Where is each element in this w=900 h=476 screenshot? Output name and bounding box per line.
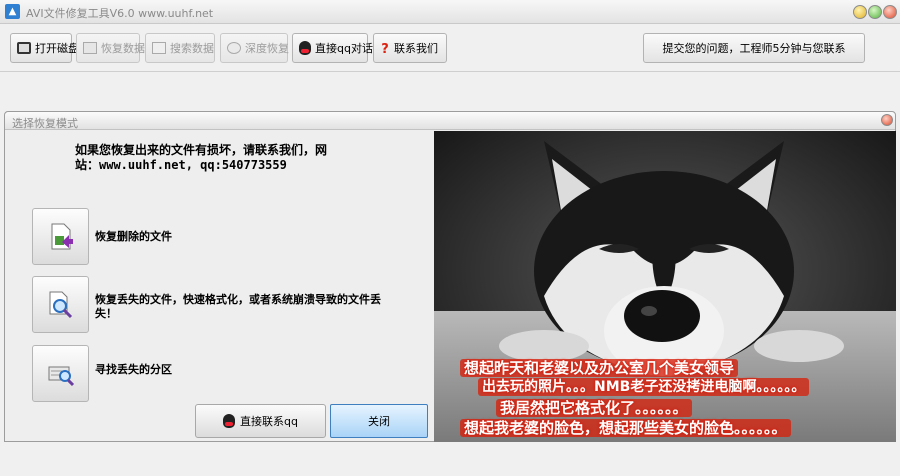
open-disk-label: 打开磁盘	[35, 42, 79, 55]
recover-data-button[interactable]: 恢复数据	[76, 33, 145, 63]
search-data-label: 搜索数据	[170, 42, 214, 55]
restore-deleted-label: 恢复删除的文件	[95, 230, 172, 243]
notice-line-1: 如果您恢复出来的文件有损坏，请联系我们，网	[75, 143, 328, 157]
qq-icon	[223, 414, 236, 428]
window-title-bar: ▲ AVI文件修复工具V6.0 www.uuhf.net	[0, 0, 900, 24]
contact-us-button[interactable]: ? 联系我们	[373, 33, 447, 63]
find-partition-label: 寻找丢失的分区	[95, 363, 172, 376]
caption-line-4: 想起我老婆的脸色，想起那些美女的脸色。。。。。。	[460, 419, 791, 437]
restore-deleted-button[interactable]	[32, 208, 89, 265]
search-data-button[interactable]: 搜索数据	[145, 33, 215, 63]
contact-qq-label: 直接联系qq	[240, 415, 298, 428]
deep-recover-label: 深度恢复	[245, 42, 289, 55]
husky-meme-image: 想起昨天和老婆以及办公室几个美女领导 出去玩的照片。。。NMB老子还没拷进电脑啊…	[434, 131, 896, 442]
caption-line-1: 想起昨天和老婆以及办公室几个美女领导	[460, 359, 739, 377]
qq-chat-button[interactable]: 直接qq对话	[292, 33, 373, 63]
damage-notice: 如果您恢复出来的文件有损坏，请联系我们，网 站：www.uuhf.net, qq…	[75, 143, 375, 173]
find-lost-files-label: 恢复丢失的文件，快速格式化，或者系统崩溃导致的文件丢失！	[95, 293, 381, 320]
contact-us-label: 联系我们	[394, 42, 438, 55]
close-dialog-button[interactable]: 关闭	[330, 404, 428, 438]
toolbar: 打开磁盘 恢复数据 搜索数据 深度恢复 直接qq对话 ? 联系我们 提交您的问题…	[0, 24, 900, 72]
submit-question-button[interactable]: 提交您的问题，工程师5分钟与您联系	[643, 33, 865, 63]
qq-icon	[299, 41, 311, 55]
restore-deleted-icon	[51, 223, 73, 250]
disk-icon	[17, 42, 31, 54]
recover-icon	[83, 42, 97, 54]
help-icon: ?	[381, 42, 389, 57]
contact-qq-button[interactable]: 直接联系qq	[195, 404, 326, 438]
window-title: AVI文件修复工具V6.0 www.uuhf.net	[26, 7, 214, 20]
find-lost-files-button[interactable]	[32, 276, 89, 333]
maximize-button[interactable]	[868, 5, 882, 19]
deep-recover-button[interactable]: 深度恢复	[220, 33, 289, 63]
caption-line-2: 出去玩的照片。。。NMB老子还没拷进电脑啊。。。。。。	[478, 378, 810, 396]
dialog-close-icon[interactable]	[881, 114, 893, 126]
open-disk-button[interactable]: 打开磁盘	[10, 33, 79, 63]
dialog-title: 选择恢复模式	[12, 117, 78, 130]
submit-question-label: 提交您的问题，工程师5分钟与您联系	[662, 42, 846, 55]
minimize-button[interactable]	[853, 5, 867, 19]
find-lost-files-icon	[49, 291, 73, 319]
deep-recover-icon	[227, 42, 241, 54]
app-logo-icon: ▲	[5, 4, 20, 19]
find-partition-button[interactable]	[32, 345, 89, 402]
recover-data-label: 恢复数据	[101, 42, 145, 55]
close-window-button[interactable]	[883, 5, 897, 19]
close-dialog-label: 关闭	[368, 415, 390, 428]
dialog-title-bar: 选择恢复模式	[5, 112, 895, 130]
recovery-mode-dialog: 选择恢复模式 如果您恢复出来的文件有损坏，请联系我们，网 站：www.uuhf.…	[4, 111, 896, 442]
caption-line-3: 我居然把它格式化了。。。。。。	[496, 399, 692, 417]
search-data-icon	[152, 42, 166, 54]
notice-line-2: 站：www.uuhf.net, qq:540773559	[75, 158, 287, 172]
qq-chat-label: 直接qq对话	[315, 42, 373, 55]
find-partition-icon	[48, 366, 75, 387]
